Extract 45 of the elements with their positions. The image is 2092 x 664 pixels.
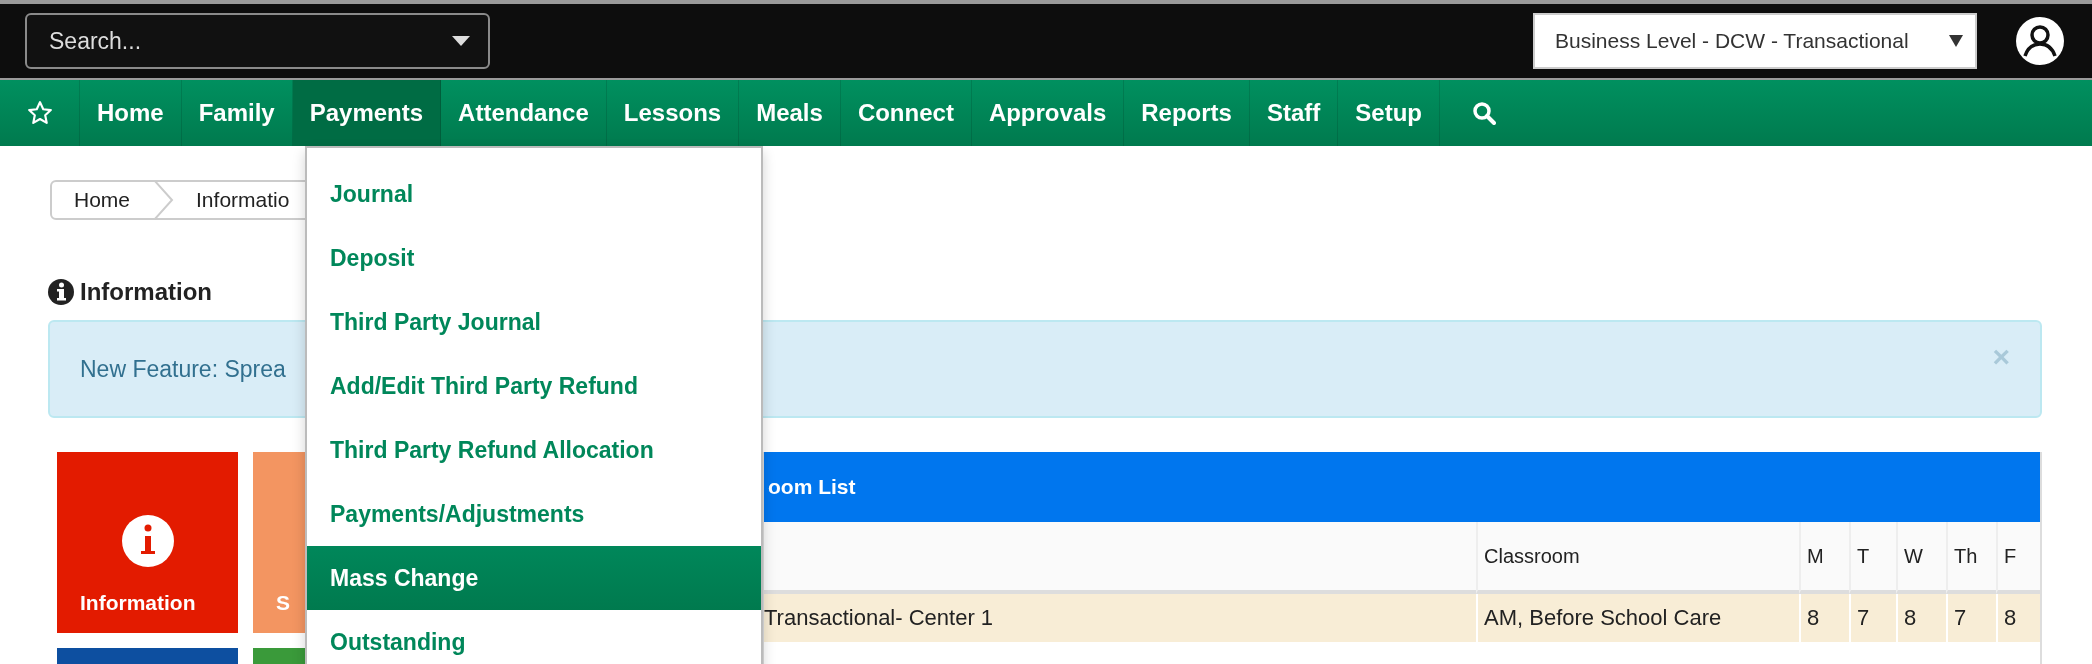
table-header-cell: M <box>1799 522 1849 594</box>
nav-tab[interactable]: Staff <box>1249 80 1339 146</box>
table-cell: 8 <box>1799 594 1849 642</box>
tile-label: S <box>276 591 290 615</box>
breadcrumb-link[interactable]: Home <box>52 188 155 212</box>
menu-item[interactable]: Third Party Refund Allocation <box>307 418 761 482</box>
menu-item[interactable]: Journal <box>307 162 761 226</box>
panel-title: oom List <box>764 452 2040 522</box>
search-field[interactable]: Search... <box>25 13 490 69</box>
tile-label: Information <box>80 591 196 615</box>
table-header-cell: W <box>1896 522 1946 594</box>
menu-item[interactable]: Third Party Journal <box>307 290 761 354</box>
info-icon <box>48 279 74 305</box>
nav-tab[interactable]: Reports <box>1124 80 1250 146</box>
nav-tab[interactable]: Family <box>181 80 293 146</box>
menu-item[interactable]: Payments/Adjustments <box>307 482 761 546</box>
tile[interactable]: Information <box>57 452 238 633</box>
search-icon[interactable] <box>1471 101 1496 125</box>
table-cell: 7 <box>1946 594 1996 642</box>
table-header-cell: F <box>1996 522 2040 594</box>
alert-text: New Feature: Sprea <box>80 355 286 383</box>
table-header-cell: Classroom <box>1476 522 1799 594</box>
info-icon <box>121 515 174 567</box>
nav-tab[interactable]: Connect <box>840 80 972 146</box>
star-icon <box>26 100 53 126</box>
nav-tab[interactable]: Home <box>80 80 182 146</box>
nav-tab[interactable]: Payments <box>292 80 442 146</box>
user-avatar-icon[interactable] <box>2015 16 2065 66</box>
menu-item[interactable]: Deposit <box>307 226 761 290</box>
table-cell: AM, Before School Care <box>1476 594 1799 642</box>
business-select[interactable]: Business Level - DCW - Transactional <box>1533 13 1977 69</box>
menu-item[interactable]: Outstanding <box>307 610 761 664</box>
nav-tab[interactable]: Setup <box>1338 80 1440 146</box>
nav-tab[interactable]: Approvals <box>971 80 1125 146</box>
table-header-cell: Th <box>1946 522 1996 594</box>
menu-item[interactable]: Mass Change <box>307 546 761 610</box>
table-cell: Transactional- Center 1 <box>764 594 1476 642</box>
table-cell: 8 <box>1896 594 1946 642</box>
table-cell: 7 <box>1849 594 1896 642</box>
caret-icon <box>1949 35 1963 47</box>
table-cell: 8 <box>1996 594 2040 642</box>
table-header-cell: T <box>1849 522 1896 594</box>
section-title: Information <box>80 278 212 306</box>
caret-icon <box>452 36 470 46</box>
menu-item[interactable]: Add/Edit Third Party Refund <box>307 354 761 418</box>
